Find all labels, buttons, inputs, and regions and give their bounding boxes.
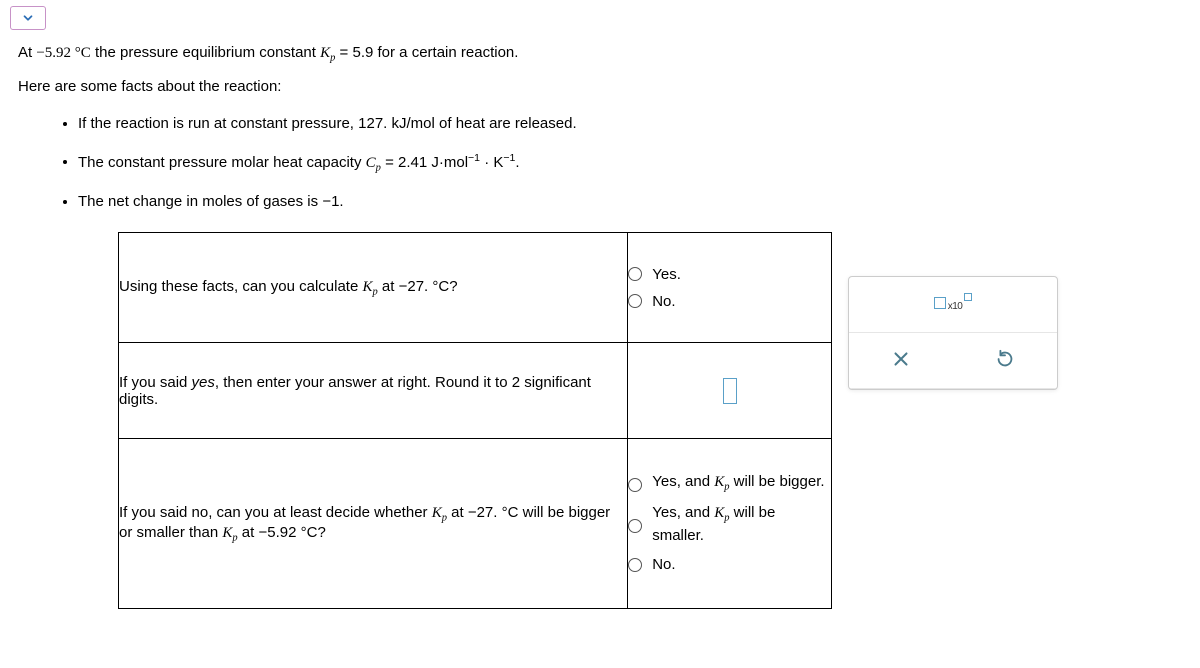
text: If you said bbox=[119, 374, 192, 391]
clear-button[interactable] bbox=[849, 333, 953, 389]
text: will be bigger. bbox=[729, 473, 824, 490]
exp: −1 bbox=[468, 152, 480, 164]
temp-value: −27. °C bbox=[468, 504, 519, 521]
text: at bbox=[378, 278, 399, 295]
text: ? bbox=[317, 524, 325, 541]
text: the pressure equilibrium constant bbox=[91, 44, 320, 61]
text: Yes, and bbox=[652, 504, 714, 521]
scientific-notation-button[interactable]: x10 bbox=[849, 277, 1057, 333]
collapse-toggle[interactable] bbox=[10, 6, 46, 30]
temp-value: −5.92 °C bbox=[36, 45, 90, 61]
text: . bbox=[339, 193, 343, 210]
radio-yes-smaller[interactable]: Yes, and Kp will be smaller. bbox=[628, 503, 831, 546]
value: 127. kJ/mol bbox=[358, 115, 435, 132]
text: The net change in moles of gases is bbox=[78, 193, 322, 210]
q1-prompt-cell: Using these facts, can you calculate Kp … bbox=[119, 233, 628, 343]
radio-icon bbox=[628, 267, 642, 281]
facts-intro: Here are some facts about the reaction: bbox=[18, 78, 1182, 95]
kp-value: 5.9 bbox=[352, 44, 373, 61]
kp-symbol: K bbox=[222, 525, 232, 541]
text: = bbox=[335, 44, 352, 61]
exponent-box-icon bbox=[964, 293, 972, 301]
fact-2: The constant pressure molar heat capacit… bbox=[78, 152, 1182, 173]
radio-label: No. bbox=[652, 293, 675, 310]
text: ? bbox=[449, 278, 457, 295]
q3-prompt-cell: If you said no, can you at least decide … bbox=[119, 439, 628, 609]
radio-yes-bigger[interactable]: Yes, and Kp will be bigger. bbox=[628, 472, 831, 495]
text: At bbox=[18, 44, 36, 61]
answer-keypad: x10 bbox=[848, 276, 1058, 390]
reset-button[interactable] bbox=[953, 333, 1057, 389]
text-italic: yes bbox=[192, 374, 215, 391]
q2-prompt-cell: If you said yes, then enter your answer … bbox=[119, 343, 628, 439]
temp-value: −5.92 °C bbox=[259, 524, 318, 541]
radio-no[interactable]: No. bbox=[628, 293, 831, 310]
cp-symbol: C bbox=[366, 154, 376, 170]
chevron-down-icon bbox=[21, 11, 35, 25]
kp-symbol: K bbox=[714, 474, 724, 490]
x-icon bbox=[890, 348, 912, 374]
radio-icon bbox=[628, 558, 642, 572]
kp-symbol: K bbox=[362, 279, 372, 295]
text: If you said no, can you at least decide … bbox=[119, 504, 432, 521]
q2-answer-cell bbox=[628, 343, 832, 439]
text: If the reaction is run at constant press… bbox=[78, 115, 358, 132]
q1-answer-cell: Yes. No. bbox=[628, 233, 832, 343]
fact-1: If the reaction is run at constant press… bbox=[78, 115, 1182, 132]
problem-statement: At −5.92 °C the pressure equilibrium con… bbox=[18, 44, 1182, 64]
q3-answer-cell: Yes, and Kp will be bigger. Yes, and Kp … bbox=[628, 439, 832, 609]
text: = 2.41 J·mol bbox=[381, 153, 468, 170]
temp-value: −27. °C bbox=[399, 278, 450, 295]
question-table: Using these facts, can you calculate Kp … bbox=[118, 232, 832, 609]
answer-input[interactable] bbox=[723, 378, 737, 404]
undo-icon bbox=[994, 348, 1016, 374]
radio-no[interactable]: No. bbox=[628, 556, 831, 573]
mantissa-box-icon bbox=[934, 297, 946, 309]
text: . bbox=[515, 153, 519, 170]
text: Yes, and bbox=[652, 473, 714, 490]
kp-symbol: K bbox=[320, 45, 330, 61]
text: of heat are released. bbox=[435, 115, 577, 132]
radio-icon bbox=[628, 294, 642, 308]
text: for a certain reaction. bbox=[373, 44, 518, 61]
radio-icon bbox=[628, 478, 642, 492]
facts-list: If the reaction is run at constant press… bbox=[78, 115, 1182, 210]
kp-symbol: K bbox=[432, 505, 442, 521]
radio-label: Yes, and Kp will be bigger. bbox=[652, 472, 824, 495]
x10-label: x10 bbox=[948, 301, 963, 312]
radio-label: No. bbox=[652, 556, 675, 573]
radio-icon bbox=[628, 519, 642, 533]
radio-label: Yes, and Kp will be smaller. bbox=[652, 503, 831, 546]
text: · K bbox=[480, 153, 503, 170]
text: Using these facts, can you calculate bbox=[119, 278, 362, 295]
radio-yes[interactable]: Yes. bbox=[628, 266, 831, 283]
text: at bbox=[447, 504, 468, 521]
text: The constant pressure molar heat capacit… bbox=[78, 153, 366, 170]
radio-label: Yes. bbox=[652, 266, 681, 283]
kp-symbol: K bbox=[714, 505, 724, 521]
exp: −1 bbox=[503, 152, 515, 164]
fact-3: The net change in moles of gases is −1. bbox=[78, 193, 1182, 210]
text: at bbox=[238, 524, 259, 541]
value: −1 bbox=[322, 193, 339, 210]
